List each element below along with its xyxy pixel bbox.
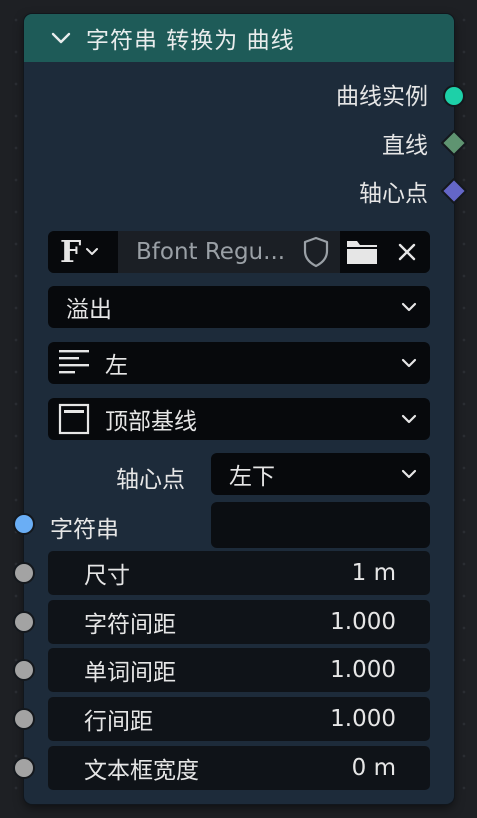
field-label: 单词间距: [84, 660, 176, 686]
align-x-value: 左: [105, 353, 128, 379]
field-value: 1.000: [330, 657, 396, 683]
line-spacing-field[interactable]: 行间距 1.000: [48, 697, 430, 741]
node-header[interactable]: 字符串 转换为 曲线: [24, 14, 454, 62]
pivot-dropdown[interactable]: 左下: [211, 453, 430, 495]
output-pivot: 轴心点: [359, 171, 454, 211]
output-label: 直线: [382, 133, 428, 159]
input-socket-size[interactable]: [13, 562, 35, 584]
output-socket-line[interactable]: [441, 130, 467, 156]
collapse-chevron-icon[interactable]: [50, 27, 72, 49]
font-browse-button[interactable]: F: [48, 231, 118, 273]
character-spacing-field[interactable]: 字符间距 1.000: [48, 600, 430, 644]
unlink-font-button[interactable]: [384, 231, 430, 273]
overflow-value: 溢出: [66, 297, 112, 323]
chevron-down-icon: [86, 248, 99, 255]
pivot-label: 轴心点: [116, 467, 185, 493]
open-font-button[interactable]: [340, 231, 384, 273]
font-icon: F: [60, 234, 82, 270]
overflow-dropdown[interactable]: 溢出: [48, 286, 430, 328]
input-socket-word-spacing[interactable]: [13, 659, 35, 681]
field-label: 文本框宽度: [84, 758, 199, 784]
size-field[interactable]: 尺寸 1 m: [48, 551, 430, 595]
fake-user-button[interactable]: [292, 231, 340, 273]
output-socket-curve-instances[interactable]: [442, 84, 466, 108]
output-socket-pivot[interactable]: [441, 178, 467, 204]
input-socket-string[interactable]: [13, 513, 35, 535]
node-title: 字符串 转换为 曲线: [86, 28, 295, 54]
output-label: 曲线实例: [336, 84, 428, 110]
string-to-curves-node[interactable]: 字符串 转换为 曲线 曲线实例 直线 轴心点 F Bfont Regu... 溢…: [13, 14, 467, 804]
field-label: 行间距: [84, 709, 153, 735]
pivot-value: 左下: [229, 464, 275, 490]
field-value: 1.000: [330, 706, 396, 732]
folder-icon: [347, 241, 377, 264]
input-socket-line-spacing[interactable]: [13, 708, 35, 730]
field-value: 0 m: [351, 755, 396, 781]
shield-icon: [303, 236, 329, 268]
font-name-field[interactable]: Bfont Regu...: [118, 231, 292, 273]
chevron-down-icon: [401, 469, 417, 479]
font-name: Bfont Regu...: [136, 239, 286, 265]
output-label: 轴心点: [359, 181, 428, 207]
chevron-down-icon: [401, 414, 417, 424]
field-value: 1.000: [330, 609, 396, 635]
field-label: 尺寸: [84, 563, 130, 589]
input-socket-character-spacing[interactable]: [13, 611, 35, 633]
font-selector: F Bfont Regu...: [48, 231, 430, 273]
word-spacing-field[interactable]: 单词间距 1.000: [48, 648, 430, 692]
field-value: 1 m: [351, 560, 396, 586]
align-left-icon: [59, 350, 89, 374]
align-y-value: 顶部基线: [105, 409, 197, 435]
text-box-width-field[interactable]: 文本框宽度 0 m: [48, 746, 430, 790]
output-curve-instances: 曲线实例: [336, 74, 454, 114]
align-top-baseline-icon: [58, 403, 90, 435]
input-socket-text-box-width[interactable]: [13, 757, 35, 779]
chevron-down-icon: [401, 358, 417, 368]
string-input-field[interactable]: [211, 502, 430, 548]
chevron-down-icon: [401, 302, 417, 312]
string-label: 字符串: [50, 517, 119, 543]
close-icon: [398, 243, 416, 261]
align-y-dropdown[interactable]: 顶部基线: [48, 398, 430, 440]
align-x-dropdown[interactable]: 左: [48, 342, 430, 384]
field-label: 字符间距: [84, 612, 176, 638]
